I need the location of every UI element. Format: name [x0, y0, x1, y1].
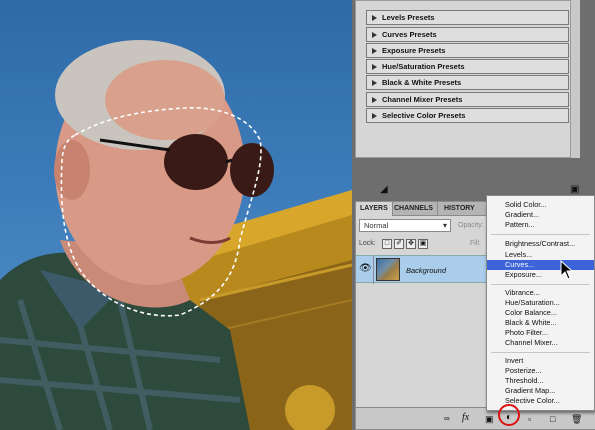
blend-mode-select[interactable]: Normal	[359, 219, 451, 232]
expand-triangle-icon	[372, 31, 377, 38]
photo-image	[0, 40, 352, 430]
menu-item-exposure[interactable]: Exposure...	[487, 270, 594, 280]
menu-separator	[491, 284, 590, 285]
visibility-eye-icon[interactable]: 👁	[359, 264, 372, 275]
menu-item-vibrance[interactable]: Vibrance...	[487, 288, 594, 298]
lock-all-icon[interactable]: ▣	[418, 239, 428, 249]
lock-label: Lock:	[359, 240, 376, 247]
preset-exposure[interactable]: Exposure Presets	[366, 43, 569, 58]
menu-item-black-white[interactable]: Black & White...	[487, 318, 594, 328]
new-group-icon[interactable]: ▫	[528, 414, 540, 424]
preset-label: Exposure Presets	[382, 46, 446, 55]
adjustment-layer-menu: Solid Color... Gradient... Pattern... Br…	[486, 195, 595, 411]
menu-item-channel-mixer[interactable]: Channel Mixer...	[487, 338, 594, 348]
tab-history[interactable]: HISTORY	[440, 202, 479, 216]
preset-channel-mixer[interactable]: Channel Mixer Presets	[366, 92, 569, 107]
menu-separator	[491, 352, 590, 353]
preset-levels[interactable]: Levels Presets	[366, 10, 569, 25]
expand-triangle-icon	[372, 47, 377, 54]
expand-triangle-icon	[372, 14, 377, 21]
lock-transparency-icon[interactable]: □	[382, 239, 392, 249]
menu-item-hue-saturation[interactable]: Hue/Saturation...	[487, 298, 594, 308]
adjustment-layer-icon[interactable]: ▣	[570, 185, 582, 195]
lock-position-icon[interactable]: ✥	[406, 239, 416, 249]
divider	[373, 256, 374, 284]
menu-item-gradient[interactable]: Gradient...	[487, 210, 594, 220]
preset-label: Black & White Presets	[382, 78, 462, 87]
menu-item-solid-color[interactable]: Solid Color...	[487, 200, 594, 210]
expand-triangle-icon	[372, 96, 377, 103]
layer-name: Background	[406, 266, 447, 275]
menu-item-pattern[interactable]: Pattern...	[487, 220, 594, 230]
preset-label: Hue/Saturation Presets	[382, 62, 465, 71]
layer-thumbnail	[376, 258, 400, 281]
menu-item-photo-filter[interactable]: Photo Filter...	[487, 328, 594, 338]
preset-hue-saturation[interactable]: Hue/Saturation Presets	[366, 59, 569, 74]
new-layer-icon[interactable]: □	[550, 414, 562, 424]
menu-item-curves[interactable]: Curves...	[487, 260, 594, 270]
lock-pixels-icon[interactable]: ✐	[394, 239, 404, 249]
trash-icon[interactable]: 🗑	[571, 414, 583, 424]
fill-label: Fill:	[470, 240, 481, 247]
menu-item-invert[interactable]: Invert	[487, 356, 594, 366]
menu-separator	[491, 234, 590, 235]
opacity-label: Opacity:	[458, 222, 484, 229]
mouse-pointer-icon	[560, 260, 574, 280]
adjustments-footer: ◢ ▣	[355, 158, 595, 200]
preset-selective-color[interactable]: Selective Color Presets	[366, 108, 569, 123]
tab-layers[interactable]: LAYERS	[356, 202, 393, 216]
link-layers-icon[interactable]: ∞	[444, 414, 456, 424]
preset-label: Channel Mixer Presets	[382, 95, 463, 104]
preset-curves[interactable]: Curves Presets	[366, 27, 569, 42]
preset-black-white[interactable]: Black & White Presets	[366, 75, 569, 90]
expand-triangle-icon	[372, 63, 377, 70]
preset-label: Selective Color Presets	[382, 111, 466, 120]
menu-item-gradient-map[interactable]: Gradient Map...	[487, 386, 594, 396]
add-mask-icon[interactable]: ▣	[485, 414, 497, 424]
tab-channels[interactable]: CHANNELS	[390, 202, 438, 216]
menu-item-levels[interactable]: Levels...	[487, 250, 594, 260]
preset-label: Curves Presets	[382, 30, 437, 39]
expand-triangle-icon	[372, 79, 377, 86]
adjustments-presets-panel: Levels Presets Curves Presets Exposure P…	[355, 0, 580, 158]
menu-item-posterize[interactable]: Posterize...	[487, 366, 594, 376]
preset-label: Levels Presets	[382, 13, 435, 22]
menu-item-color-balance[interactable]: Color Balance...	[487, 308, 594, 318]
layer-mask-icon[interactable]: ◢	[380, 185, 392, 195]
expand-triangle-icon	[372, 112, 377, 119]
document-canvas[interactable]	[0, 0, 352, 430]
annotation-circle	[498, 404, 520, 426]
menu-item-brightness-contrast[interactable]: Brightness/Contrast...	[487, 239, 594, 249]
menu-item-threshold[interactable]: Threshold...	[487, 376, 594, 386]
presets-scrollbar[interactable]	[570, 0, 580, 158]
fx-icon[interactable]: fx	[462, 413, 474, 423]
